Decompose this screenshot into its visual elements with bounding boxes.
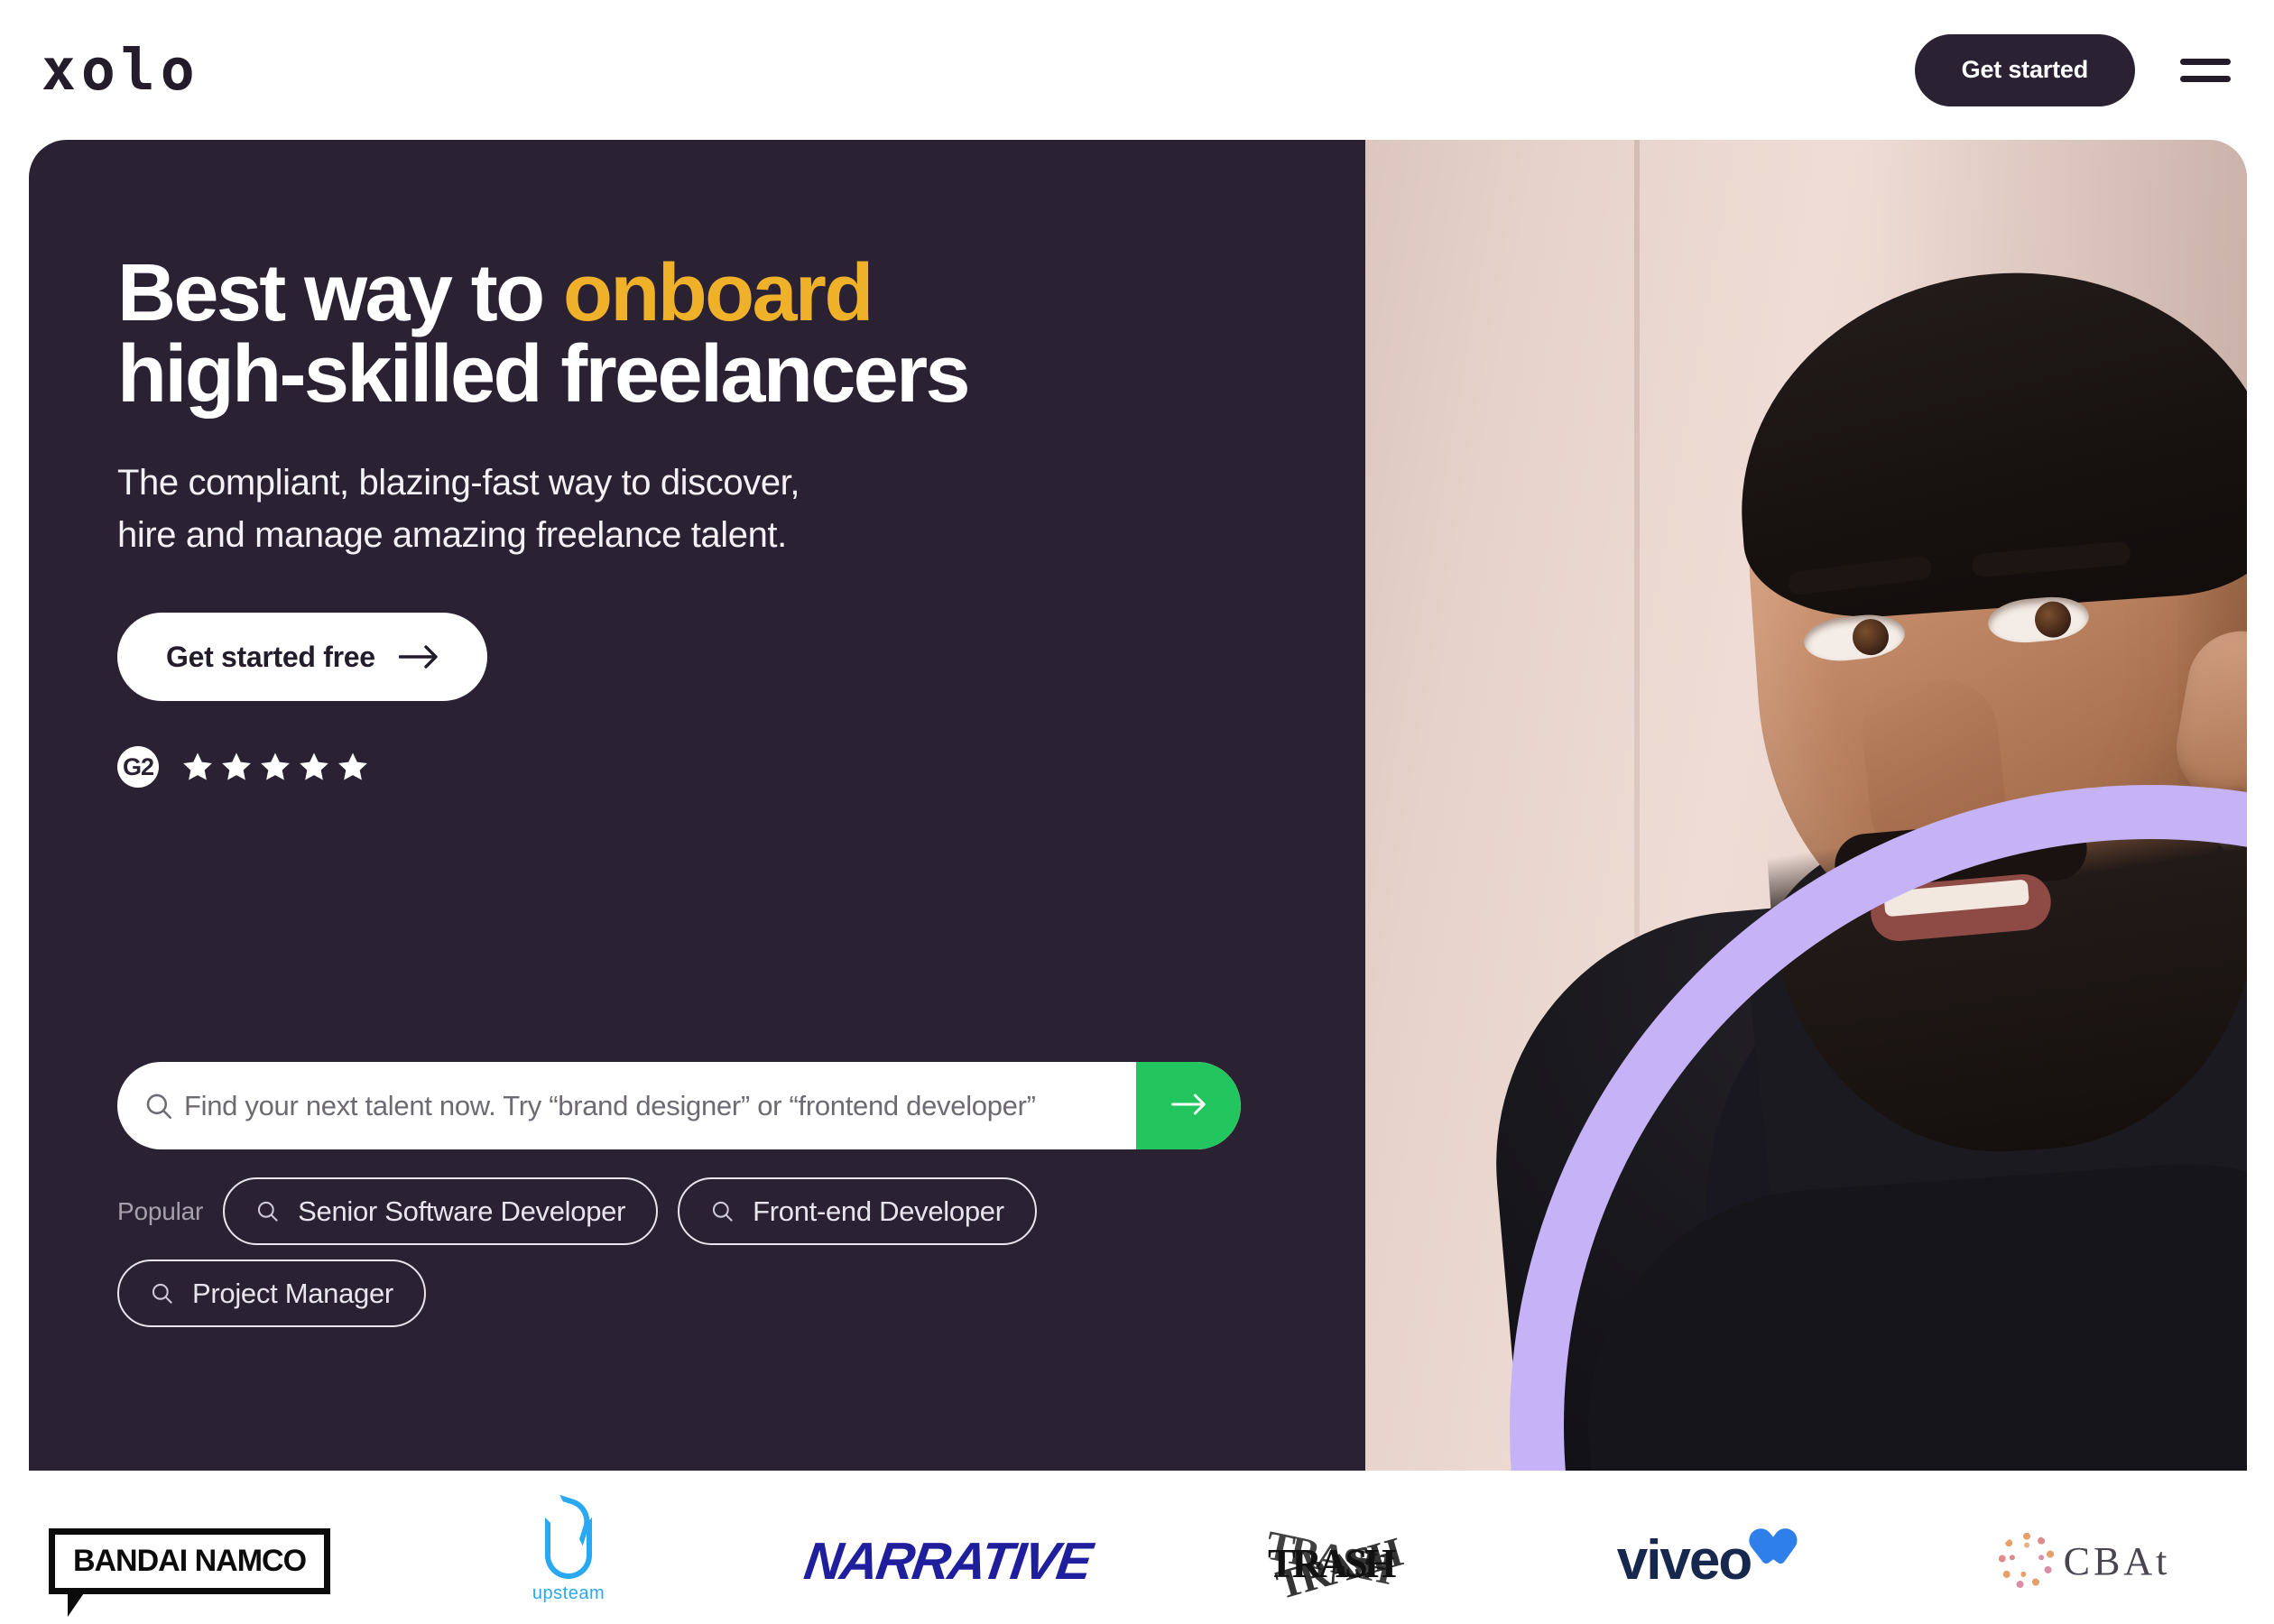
xolo-logo[interactable]: xolo xyxy=(42,42,200,98)
search-submit-button[interactable] xyxy=(1136,1062,1241,1149)
client-logo-strip: BANDAI NAMCO upsteam NARRATIVE TRASH TRA… xyxy=(0,1498,2274,1624)
site-header: xolo Get started xyxy=(0,0,2274,140)
star-rating xyxy=(180,751,370,784)
g2-badge-icon: G2 xyxy=(117,746,159,788)
search-icon xyxy=(255,1199,280,1223)
upsteam-logo: upsteam xyxy=(532,1518,605,1604)
hero-subheading: The compliant, blazing-fast way to disco… xyxy=(117,463,800,555)
get-started-button[interactable]: Get started xyxy=(1914,33,2135,106)
cbat-dotted-ring-icon xyxy=(1998,1533,2055,1589)
header-actions: Get started xyxy=(1914,33,2231,106)
cbat-wordmark: CBAt xyxy=(2063,1538,2171,1583)
logo-trash: TRASH TRASH TRASH xyxy=(1137,1498,1516,1624)
popular-tag-front-end-developer[interactable]: Front-end Developer xyxy=(678,1177,1037,1245)
popular-tag-label: Front-end Developer xyxy=(753,1195,1004,1227)
hamburger-menu-icon[interactable] xyxy=(2180,55,2231,86)
search-icon xyxy=(710,1199,735,1223)
trash-logo: TRASH TRASH TRASH xyxy=(1262,1516,1404,1608)
page-title: Best way to onboard high-skilled freelanc… xyxy=(117,253,1245,415)
popular-tag-label: Project Manager xyxy=(192,1277,393,1309)
narrative-logo: NARRATIVE xyxy=(800,1531,1095,1591)
viveo-wordmark: viveo xyxy=(1616,1529,1753,1592)
headline-prefix: Best way to xyxy=(117,248,563,338)
hamburger-line xyxy=(2180,58,2231,65)
headline-accent: onboard xyxy=(562,248,874,338)
star-icon xyxy=(258,751,292,784)
logo-narrative: NARRATIVE xyxy=(758,1498,1137,1624)
hero-content: Best way to onboard high-skilled freelanc… xyxy=(29,140,1365,1471)
portrait-artwork xyxy=(1365,140,2247,1471)
star-icon xyxy=(219,751,254,784)
popular-label: Popular xyxy=(117,1196,204,1225)
logo-viveo: viveo xyxy=(1516,1498,1895,1624)
person-iris xyxy=(1851,617,1890,658)
viveo-logo: viveo xyxy=(1617,1533,1795,1589)
star-icon xyxy=(180,751,215,784)
popular-searches: Popular Senior Software Developer Front-… xyxy=(117,1177,1281,1327)
logo-cbat: CBAt xyxy=(1895,1498,2274,1624)
heart-icon xyxy=(1752,1527,1794,1567)
search-icon xyxy=(117,1062,184,1149)
popular-tag-project-manager[interactable]: Project Manager xyxy=(117,1260,426,1327)
upsteam-wordmark: upsteam xyxy=(532,1583,605,1603)
get-started-free-label: Get started free xyxy=(166,640,375,673)
star-icon xyxy=(297,751,331,784)
talent-search-bar xyxy=(117,1062,1241,1149)
logo-bandai-namco: BANDAI NAMCO xyxy=(0,1498,379,1624)
popular-tag-senior-software-developer[interactable]: Senior Software Developer xyxy=(223,1177,659,1245)
g2-rating: G2 xyxy=(117,746,1365,788)
search-icon xyxy=(150,1281,174,1306)
upsteam-mark-icon xyxy=(545,1518,592,1579)
hero-card: Best way to onboard high-skilled freelanc… xyxy=(29,140,2247,1471)
get-started-free-button[interactable]: Get started free xyxy=(117,613,487,701)
cbat-logo: CBAt xyxy=(1998,1533,2171,1589)
headline-line2: high-skilled freelancers xyxy=(117,329,971,420)
popular-tag-label: Senior Software Developer xyxy=(298,1195,626,1227)
person-iris xyxy=(2033,599,2073,640)
logo-upsteam: upsteam xyxy=(379,1498,758,1624)
search-input[interactable] xyxy=(184,1062,1136,1149)
hamburger-line xyxy=(2180,75,2231,82)
person-teeth xyxy=(1883,879,2029,918)
hero-portrait-image xyxy=(1365,140,2247,1471)
star-icon xyxy=(336,751,370,784)
bandai-namco-logo: BANDAI NAMCO xyxy=(48,1527,331,1617)
arrow-right-icon xyxy=(398,645,439,669)
arrow-right-icon xyxy=(1170,1093,1206,1119)
